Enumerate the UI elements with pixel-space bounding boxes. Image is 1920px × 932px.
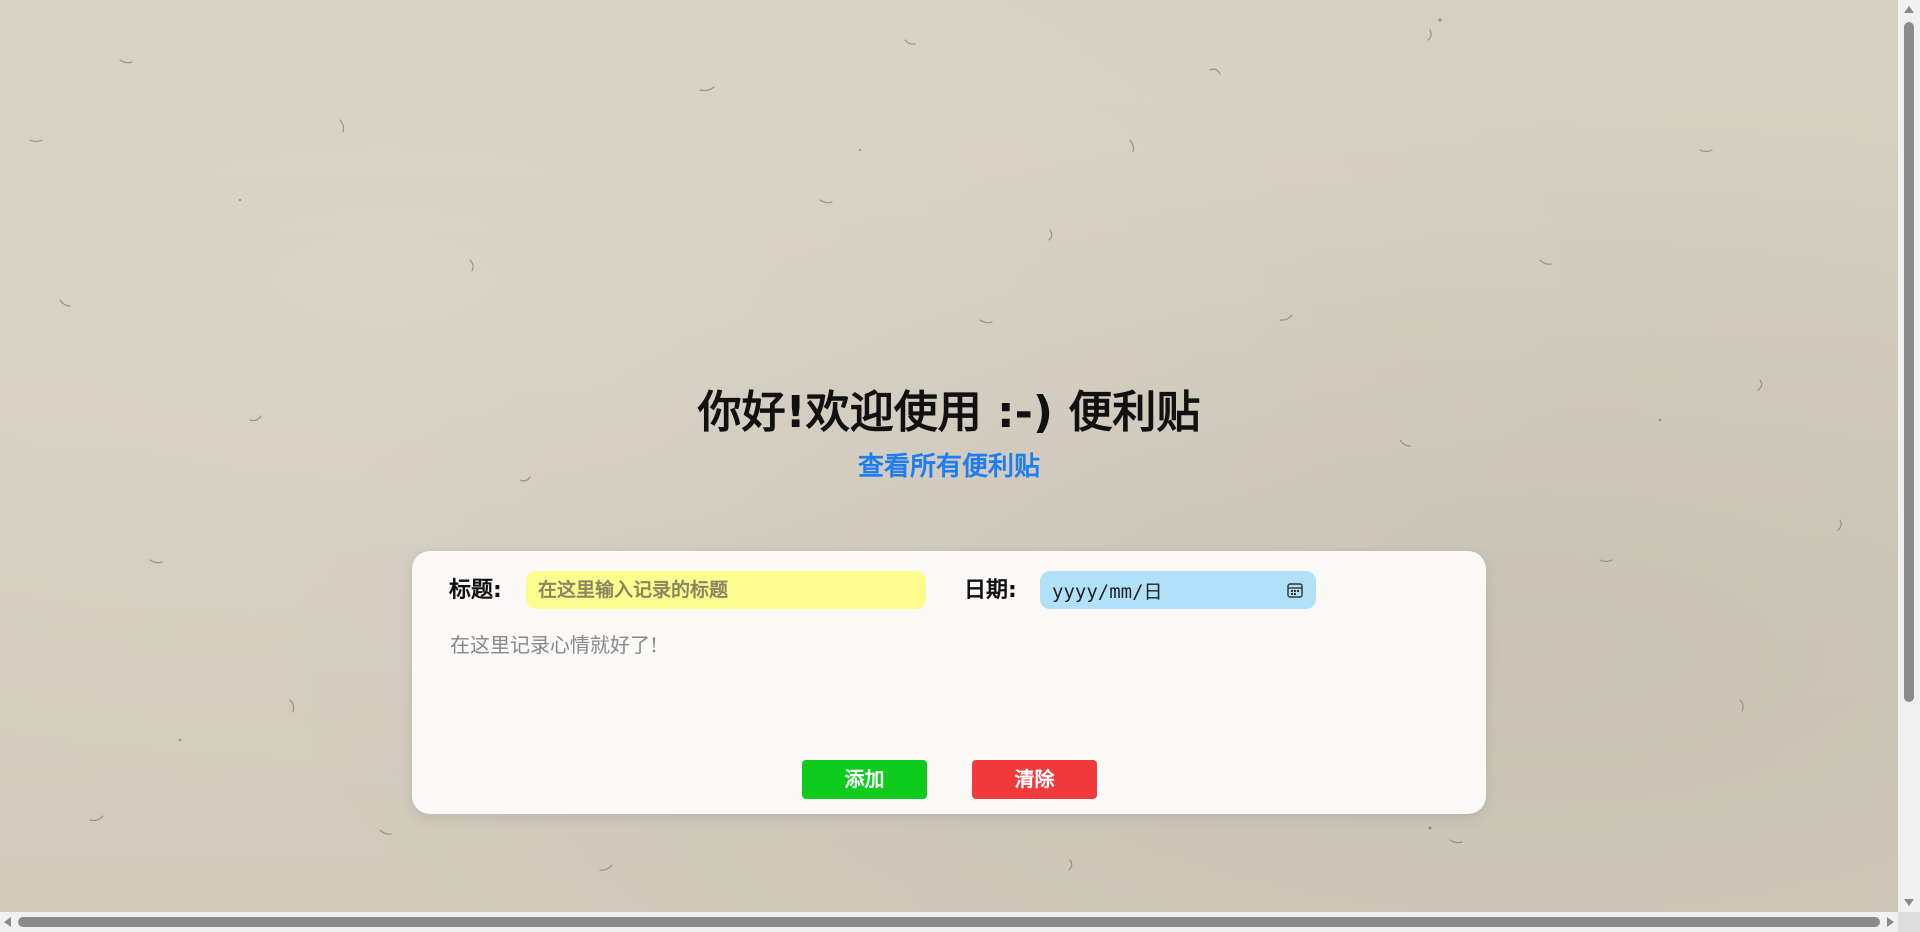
horizontal-scrollbar[interactable] — [0, 912, 1898, 932]
main-page: 你好!欢迎使用 :-) 便利贴 查看所有便利贴 标题: 日期: yyyy/mm/… — [0, 0, 1898, 912]
title-input[interactable] — [526, 571, 926, 609]
calendar-icon[interactable] — [1286, 581, 1304, 599]
add-button[interactable]: 添加 — [802, 760, 927, 799]
note-form-card: 标题: 日期: yyyy/mm/日 添加 清除 — [412, 551, 1486, 814]
content-textarea[interactable] — [446, 625, 1446, 725]
date-input-text: yyyy/mm/日 — [1052, 580, 1163, 603]
scroll-right-icon[interactable] — [1887, 917, 1894, 927]
view-all-link-container: 查看所有便利贴 — [0, 446, 1898, 483]
vertical-scroll-thumb[interactable] — [1904, 22, 1914, 702]
view-all-notes-link[interactable]: 查看所有便利贴 — [858, 452, 1040, 482]
horizontal-scroll-thumb[interactable] — [18, 917, 1880, 927]
clear-button[interactable]: 清除 — [972, 760, 1097, 799]
vertical-scrollbar[interactable] — [1898, 0, 1920, 912]
date-label: 日期: — [964, 578, 1017, 603]
page-title: 你好!欢迎使用 :-) 便利贴 — [697, 387, 1201, 438]
scroll-left-icon[interactable] — [4, 917, 11, 927]
scroll-up-icon[interactable] — [1904, 6, 1914, 13]
scrollbar-corner — [1898, 912, 1920, 932]
title-label: 标题: — [449, 578, 502, 603]
scroll-down-icon[interactable] — [1904, 899, 1914, 906]
date-input[interactable]: yyyy/mm/日 — [1040, 571, 1316, 609]
